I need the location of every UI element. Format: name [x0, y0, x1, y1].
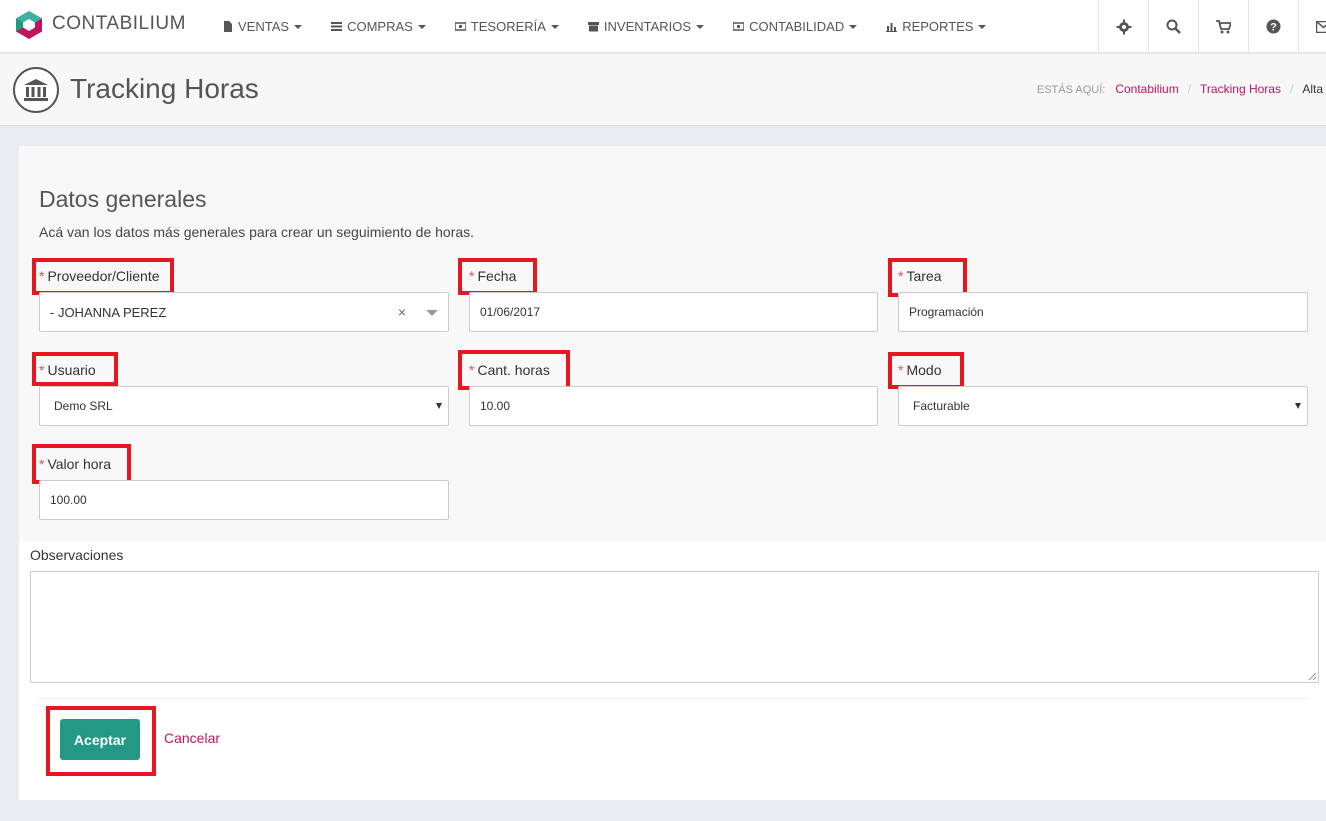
fecha-value: 01/06/2017 [480, 305, 541, 319]
caret-down-icon [550, 24, 559, 29]
toolbar-icons: ? [1098, 0, 1326, 53]
nav-contabilidad[interactable]: CONTABILIDAD [733, 19, 858, 34]
breadcrumb-link-home[interactable]: Contabilium [1115, 82, 1178, 96]
usuario-label: * Usuario [39, 362, 96, 378]
help-button[interactable]: ? [1248, 0, 1298, 53]
settings-button[interactable] [1098, 0, 1148, 53]
modo-select[interactable]: Facturable [898, 386, 1308, 426]
breadcrumb-label: ESTÁS AQUÍ: [1036, 84, 1106, 96]
clear-icon[interactable]: × [398, 304, 406, 320]
main-menu: VENTAS COMPRAS TESORERÍA INVENTARIOS CON… [222, 0, 1015, 53]
proveedor-label-text: Proveedor/Cliente [47, 268, 160, 284]
breadcrumb-current: Alta [1302, 82, 1323, 96]
form-actions-bar [38, 698, 1309, 780]
breadcrumb-separator: / [1187, 82, 1192, 96]
document-icon [224, 21, 232, 32]
caret-down-icon [696, 24, 705, 29]
required-mark: * [39, 362, 45, 378]
nav-inventarios-label: INVENTARIOS [603, 19, 692, 34]
help-icon: ? [1266, 19, 1281, 34]
nav-compras[interactable]: COMPRAS [331, 19, 426, 34]
usuario-select[interactable]: Demo SRL [39, 386, 449, 426]
breadcrumb-separator: / [1289, 82, 1294, 96]
valor-input[interactable]: 100.00 [39, 480, 449, 520]
nav-compras-label: COMPRAS [347, 19, 413, 34]
fecha-label-text: Fecha [477, 268, 517, 284]
required-mark: * [469, 268, 475, 284]
modo-label: * Modo [898, 362, 941, 378]
contabilium-logo-icon[interactable] [14, 10, 44, 40]
caret-down-icon [978, 24, 987, 29]
chevron-down-icon [1295, 403, 1301, 409]
search-icon [1166, 19, 1181, 34]
nav-tesoreria-label: TESORERÍA [470, 19, 546, 34]
section-title: Datos generales [39, 186, 207, 212]
nav-ventas[interactable]: VENTAS [222, 19, 303, 34]
svg-text:?: ? [1270, 22, 1277, 34]
required-mark: * [39, 456, 45, 472]
horas-label-text: Cant. horas [477, 362, 550, 378]
modo-label-text: Modo [906, 362, 942, 378]
observaciones-textarea[interactable] [30, 571, 1319, 683]
bar-chart-icon [886, 23, 898, 32]
required-mark: * [898, 268, 904, 284]
gear-icon [1116, 19, 1131, 34]
resize-handle-icon[interactable] [1308, 672, 1317, 681]
list-icon [331, 22, 343, 31]
breadcrumb: ESTÁS AQUÍ: Contabilium / Tracking Horas / Al… [1037, 82, 1323, 96]
nav-tesoreria[interactable]: TESORERÍA [454, 19, 559, 34]
proveedor-value: - JOHANNA PEREZ [50, 304, 167, 320]
required-mark: * [898, 362, 904, 378]
proveedor-label: * Proveedor/Cliente [39, 268, 160, 284]
nav-inventarios[interactable]: INVENTARIOS [587, 19, 705, 34]
valor-label: * Valor hora [39, 456, 111, 472]
tarea-label-text: Tarea [906, 268, 942, 284]
money-icon [454, 22, 466, 31]
required-mark: * [469, 362, 475, 378]
caret-down-icon [294, 24, 303, 29]
brand-name[interactable]: CONTABILIUM [52, 13, 186, 35]
modo-value: Facturable [913, 399, 970, 413]
cart-icon [1216, 19, 1231, 33]
nav-reportes[interactable]: REPORTES [886, 19, 987, 34]
horas-value: 10.00 [480, 399, 511, 413]
tarea-input[interactable]: Programación [898, 292, 1308, 332]
cancel-link[interactable]: Cancelar [164, 730, 220, 746]
section-description: Acá van los datos más generales para cre… [39, 224, 475, 240]
valor-label-text: Valor hora [47, 456, 112, 472]
caret-down-icon [849, 24, 858, 29]
archive-icon [587, 22, 599, 32]
chevron-down-icon [426, 310, 438, 316]
cart-button[interactable] [1198, 0, 1248, 53]
horas-input[interactable]: 10.00 [469, 386, 878, 426]
nav-reportes-label: REPORTES [902, 19, 974, 34]
top-navbar: CONTABILIUM VENTAS COMPRAS TESORERÍA INV… [0, 0, 1326, 53]
caret-down-icon [417, 24, 426, 29]
tarea-label: * Tarea [898, 268, 941, 284]
mail-button[interactable] [1298, 0, 1326, 53]
money-icon [733, 22, 745, 31]
breadcrumb-link-tracking[interactable]: Tracking Horas [1200, 82, 1281, 96]
nav-contabilidad-label: CONTABILIDAD [749, 19, 845, 34]
search-button[interactable] [1148, 0, 1198, 53]
tarea-value: Programación [909, 305, 984, 319]
mail-icon [1316, 20, 1326, 33]
valor-value: 100.00 [50, 493, 87, 507]
bank-icon [13, 67, 59, 113]
chevron-down-icon [436, 403, 442, 409]
usuario-value: Demo SRL [54, 399, 113, 413]
required-mark: * [39, 268, 45, 284]
observaciones-label: Observaciones [30, 547, 124, 563]
nav-ventas-label: VENTAS [238, 19, 290, 34]
page-title: Tracking Horas [70, 73, 259, 104]
usuario-label-text: Usuario [47, 362, 96, 378]
fecha-label: * Fecha [469, 268, 516, 284]
horas-label: * Cant. horas [469, 362, 550, 378]
page-header: Tracking Horas ESTÁS AQUÍ: Contabilium / Tr… [0, 54, 1326, 126]
accept-button[interactable]: Aceptar [60, 719, 140, 760]
fecha-input[interactable]: 01/06/2017 [469, 292, 878, 332]
proveedor-select[interactable]: - JOHANNA PEREZ × [39, 292, 449, 332]
